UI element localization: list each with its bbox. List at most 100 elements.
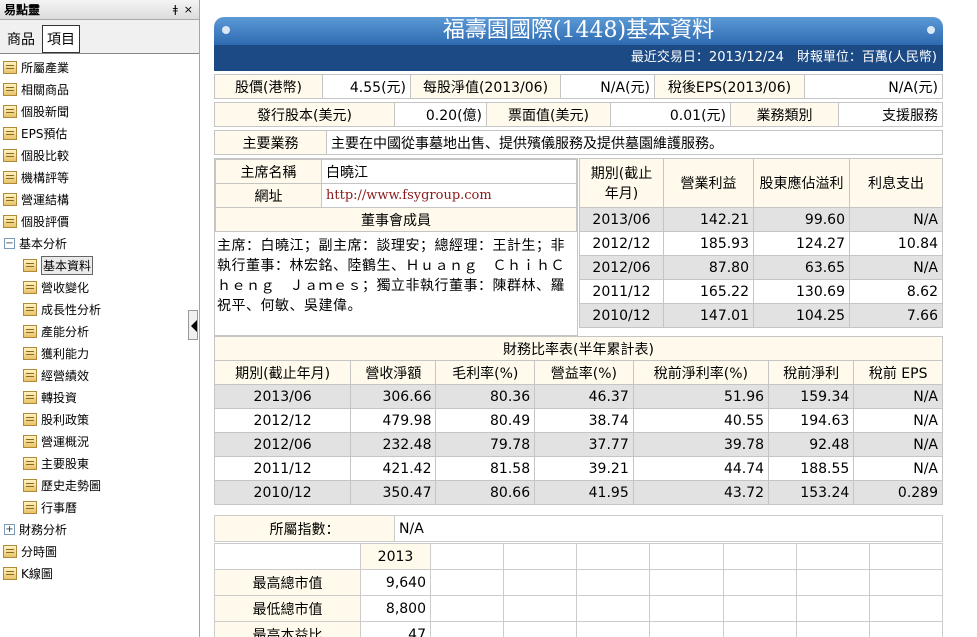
- close-icon[interactable]: ×: [184, 3, 193, 16]
- income-cell: 2012/12: [579, 231, 664, 256]
- ratio-cell: 51.96: [632, 384, 770, 409]
- tree-item[interactable]: 機構評等: [0, 166, 188, 188]
- cap-empty-cell: [503, 621, 578, 637]
- cap-empty-cell: [795, 569, 870, 596]
- cap-empty-cell: [722, 569, 797, 596]
- income-cell: 130.69: [753, 279, 850, 304]
- ratio-title: 財務比率表(半年累計表): [214, 336, 943, 361]
- income-cell: 185.93: [663, 231, 754, 256]
- tree-item[interactable]: 營運結構: [0, 188, 188, 210]
- income-header: 期別(截止年月): [579, 158, 664, 208]
- shares-label: 發行股本(美元): [214, 102, 395, 127]
- cap-empty-cell: [868, 543, 943, 570]
- document-icon: [23, 368, 37, 382]
- tree-item[interactable]: + 財務分析: [0, 518, 188, 540]
- tree-item[interactable]: 成長性分析: [0, 298, 188, 320]
- trade-date-bar: 最近交易日：2013/12/24 財報單位：百萬(人民幣): [214, 45, 943, 71]
- ratio-cell: 479.98: [350, 408, 437, 433]
- cap-empty-cell: [649, 595, 724, 622]
- cap-empty-cell: [503, 569, 578, 596]
- income-header: 營業利益: [663, 158, 754, 208]
- tree-item[interactable]: 獲利能力: [0, 342, 188, 364]
- table-row: 2013/06 142.21 99.60 N/A: [579, 207, 943, 232]
- tree-item[interactable]: 行事曆: [0, 496, 188, 518]
- ratio-cell: 2011/12: [214, 456, 352, 481]
- pin-icon[interactable]: ǂ: [173, 3, 178, 16]
- tree-item[interactable]: 股利政策: [0, 408, 188, 430]
- tree-item[interactable]: 轉投資: [0, 386, 188, 408]
- basic-info-table: 股價(港幣) 4.55(元) 每股淨值(2013/06) N/A(元) 稅後EP…: [214, 74, 943, 99]
- cap-empty-cell: [795, 595, 870, 622]
- tree-item[interactable]: 營運概況: [0, 430, 188, 452]
- document-icon: [23, 302, 37, 316]
- table-row: 2012/06 87.80 63.65 N/A: [579, 255, 943, 280]
- document-icon: [3, 214, 17, 228]
- tree-item[interactable]: 個股新聞: [0, 100, 188, 122]
- tree-item[interactable]: 所屬產業: [0, 56, 188, 78]
- ratio-cell: 80.66: [435, 480, 536, 505]
- table-row: 2010/12 350.47 80.66 41.95 43.72 153.24 0.289: [214, 480, 943, 505]
- index-value: N/A: [394, 515, 943, 542]
- eps-label: 稅後EPS(2013/06): [654, 74, 805, 99]
- table-row: 最高總市值 9,640: [214, 569, 943, 596]
- tree-item[interactable]: 基本資料: [0, 254, 188, 276]
- tree-item[interactable]: EPS預估: [0, 122, 188, 144]
- collapse-panel-handle[interactable]: [188, 310, 198, 340]
- ratio-cell: 80.36: [435, 384, 536, 409]
- ratio-cell: N/A: [853, 408, 943, 433]
- tree-item[interactable]: K線圖: [0, 562, 188, 584]
- tree-item[interactable]: 相關商品: [0, 78, 188, 100]
- tab-items[interactable]: 項目: [42, 25, 80, 53]
- expand-icon[interactable]: +: [4, 523, 15, 535]
- table-row: 2012/12 185.93 124.27 10.84: [579, 231, 943, 256]
- eps-value: N/A(元): [804, 74, 943, 99]
- cap-value: 8,800: [360, 595, 431, 622]
- tree-item[interactable]: 營收變化: [0, 276, 188, 298]
- tree-item[interactable]: 分時圖: [0, 540, 188, 562]
- tree-item[interactable]: 產能分析: [0, 320, 188, 342]
- ratio-cell: 2010/12: [214, 480, 352, 505]
- ratio-header: 營益率(%): [534, 360, 634, 385]
- tree-item[interactable]: − 基本分析: [0, 232, 188, 254]
- table-row: 最低總市值 8,800: [214, 595, 943, 622]
- tree-item-label: 財務分析: [19, 522, 68, 537]
- category-value: 支援服務: [838, 102, 943, 127]
- tree-item-label: 機構評等: [21, 170, 70, 185]
- website-link[interactable]: http://www.fsygroup.com: [321, 183, 577, 208]
- collapse-icon[interactable]: −: [4, 237, 15, 249]
- income-cell: 165.22: [663, 279, 754, 304]
- ratio-cell: 159.34: [768, 384, 855, 409]
- nav-value: N/A(元): [560, 74, 655, 99]
- cap-label: 最低總市值: [214, 595, 361, 622]
- document-icon: [23, 346, 37, 360]
- tree-item[interactable]: 個股比較: [0, 144, 188, 166]
- cap-year: 2013: [360, 543, 431, 570]
- tree-item[interactable]: 經營績效: [0, 364, 188, 386]
- ratio-cell: 0.289: [853, 480, 943, 505]
- business-value: 主要在中國從事墓地出售、提供殯儀服務及提供墓園維護服務。: [326, 130, 943, 155]
- ratio-header: 毛利率(%): [435, 360, 536, 385]
- ratio-cell: 194.63: [768, 408, 855, 433]
- tree-item-label: 獲利能力: [41, 346, 90, 361]
- income-cell: 7.66: [849, 303, 943, 328]
- ratio-cell: 2012/12: [214, 408, 352, 433]
- document-icon: [23, 412, 37, 426]
- cap-label: 最高本益比: [214, 621, 361, 637]
- company-box: 主席名稱 白曉江 網址 http://www.fsygroup.com 董事會成…: [214, 158, 578, 336]
- document-icon: [23, 500, 37, 514]
- tab-products[interactable]: 商品: [2, 25, 40, 53]
- cap-value: 47: [360, 621, 431, 637]
- tree-item[interactable]: 主要股東: [0, 452, 188, 474]
- website-label: 網址: [215, 183, 322, 208]
- tree-item[interactable]: 歷史走勢圖: [0, 474, 188, 496]
- ratio-cell: 421.42: [350, 456, 437, 481]
- shares-value: 0.20(億): [394, 102, 487, 127]
- document-icon: [3, 148, 17, 162]
- tree-item[interactable]: 個股評價: [0, 210, 188, 232]
- market-cap-table: 2013 最高總市值 9,640 最低總市值 8,800 最高本益比 47: [214, 543, 943, 637]
- panel-title: 易點靈: [4, 3, 41, 17]
- ratio-cell: 43.72: [632, 480, 770, 505]
- tree-item-label: 營收變化: [41, 280, 90, 295]
- ratio-cell: 350.47: [350, 480, 437, 505]
- tree-item-label: 基本分析: [19, 236, 68, 251]
